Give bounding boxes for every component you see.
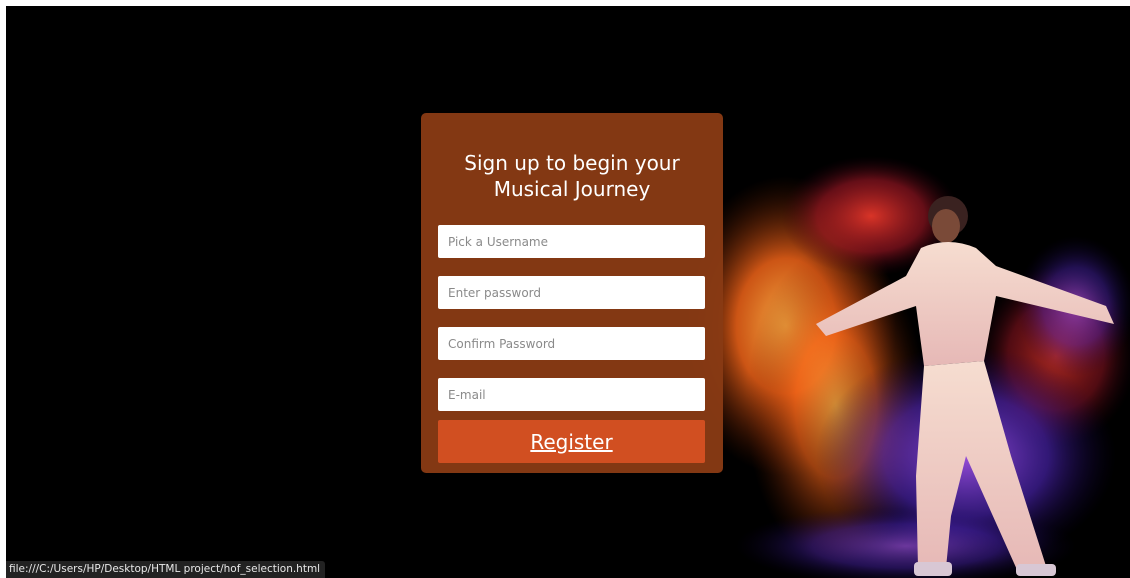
confirm-password-field[interactable] (438, 327, 705, 360)
username-field[interactable] (438, 225, 705, 258)
dancer-light-trails-image (676, 156, 1130, 578)
status-bar-url: file:///C:/Users/HP/Desktop/HTML project… (6, 561, 326, 578)
signup-card: Sign up to begin your Musical Journey Re… (421, 113, 723, 473)
signup-title: Sign up to begin your Musical Journey (421, 150, 723, 202)
page-viewport: Sign up to begin your Musical Journey Re… (6, 6, 1130, 578)
signup-title-line2: Musical Journey (493, 177, 651, 201)
email-field[interactable] (438, 378, 705, 411)
register-button[interactable]: Register (438, 420, 705, 463)
signup-title-line1: Sign up to begin your (464, 151, 680, 175)
password-field[interactable] (438, 276, 705, 309)
